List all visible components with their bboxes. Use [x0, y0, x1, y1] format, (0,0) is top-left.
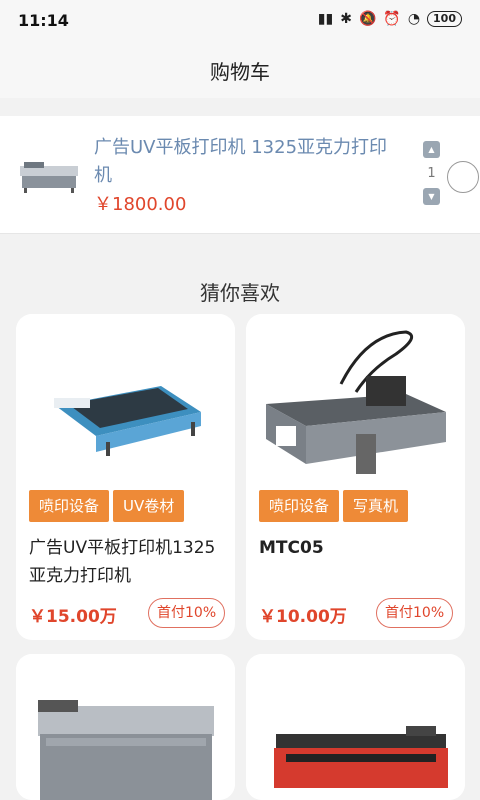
product-price: ￥15.00万: [29, 607, 117, 627]
nav-bar: 购物车: [0, 42, 480, 98]
product-title: 广告UV平板打印机1325亚克力打印机: [29, 538, 216, 586]
quantity-decrease-button[interactable]: ▼: [423, 188, 440, 205]
wifi-icon: ◔: [407, 11, 421, 27]
quantity-increase-button[interactable]: ▲: [423, 141, 440, 158]
bluetooth-icon: ✱: [340, 11, 352, 27]
page-title: 购物车: [210, 60, 270, 84]
product-tag: 喷印设备: [259, 490, 340, 522]
status-icons: ▮▮ ✱ 🔕 ⏰ ◔ 100: [318, 11, 462, 27]
product-image: [16, 654, 235, 800]
product-image: [246, 654, 465, 800]
product-tag: 写真机: [343, 490, 409, 522]
cart-item-price: ￥1800.00: [94, 194, 187, 215]
product-tag: 喷印设备: [29, 490, 110, 522]
mute-icon: 🔕: [358, 11, 377, 27]
alarm-icon: ⏰: [383, 11, 401, 27]
battery-icon: 100: [427, 11, 462, 27]
cart-item[interactable]: 广告UV平板打印机 1325亚克力打印机 ￥1800.00: [0, 116, 480, 234]
product-card[interactable]: 喷印设备 写真机 MTC05 ￥10.00万 首付10%: [246, 314, 465, 640]
status-bar: 11:14 ▮▮ ✱ 🔕 ⏰ ◔ 100: [0, 0, 480, 42]
cart-item-name[interactable]: 广告UV平板打印机 1325亚克力打印机: [94, 134, 394, 190]
product-tag: UV卷材: [113, 490, 185, 522]
product-price: ￥10.00万: [259, 607, 347, 627]
cart-item-image[interactable]: [16, 152, 82, 194]
product-image: [16, 314, 235, 484]
signal-icon: ▮▮: [317, 11, 334, 27]
status-time: 11:14: [18, 11, 69, 30]
product-image: [246, 314, 465, 484]
quantity-value: 1: [427, 166, 436, 181]
product-card[interactable]: 喷印设备 UV卷材 广告UV平板打印机1325亚克力打印机 ￥15.00万 首付…: [16, 314, 235, 640]
product-card[interactable]: [246, 654, 465, 800]
payment-badge: 首付10%: [376, 598, 454, 628]
payment-badge: 首付10%: [148, 598, 226, 628]
product-card[interactable]: [16, 654, 235, 800]
select-checkbox[interactable]: [447, 161, 479, 193]
product-title: MTC05: [259, 538, 324, 558]
recommend-title: 猜你喜欢: [200, 281, 280, 305]
